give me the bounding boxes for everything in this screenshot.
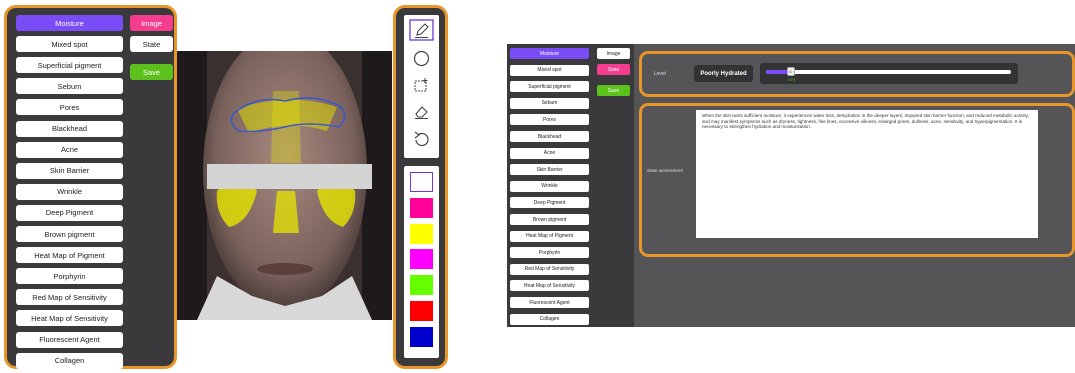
right-category-item[interactable]: Collagen — [510, 313, 589, 325]
category-item[interactable]: Pores — [16, 99, 123, 116]
pencil-icon[interactable] — [409, 19, 434, 41]
right-image-button[interactable]: Image — [597, 48, 630, 59]
color-swatch[interactable] — [410, 275, 433, 296]
save-button[interactable]: Save — [130, 64, 173, 80]
category-item[interactable]: Blackhead — [16, 120, 123, 137]
right-state-button[interactable]: State — [597, 64, 630, 75]
category-item[interactable]: Heat Map of Sensitivity — [16, 310, 123, 327]
right-category-item[interactable]: Fluorescent Agent — [510, 297, 589, 308]
slider-track[interactable] — [766, 70, 1011, 74]
right-category-item[interactable]: Pores — [510, 114, 589, 126]
assessment-main: Level Poorly Hydrated 6 10% State assess… — [634, 44, 1075, 327]
right-category-item[interactable]: Red Map of Sensitivity — [510, 263, 589, 275]
right-category-item[interactable]: Sebum — [510, 97, 589, 109]
eraser-icon[interactable] — [413, 103, 430, 120]
category-item[interactable]: Porphyrin — [16, 268, 123, 285]
right-category-item[interactable]: Deep Pigment — [510, 197, 589, 209]
level-section: Level Poorly Hydrated 6 10% — [639, 51, 1075, 97]
level-value-badge: Poorly Hydrated — [694, 65, 753, 82]
state-assessment-section: State assessment When the skin lacks suf… — [639, 103, 1075, 257]
state-button[interactable]: State — [130, 36, 173, 52]
category-item[interactable]: Moisture — [16, 15, 123, 31]
color-swatch[interactable] — [410, 223, 433, 244]
category-item[interactable]: Brown pigment — [16, 226, 123, 242]
rectangle-icon[interactable] — [413, 77, 430, 94]
color-swatch[interactable] — [410, 326, 433, 347]
slider-percent-text: 10% — [787, 77, 796, 82]
right-category-item[interactable]: Heat Map of Sensitivity — [510, 280, 589, 292]
right-category-item[interactable]: Heat Map of Pigment — [510, 230, 589, 242]
right-category-item[interactable]: Moisture — [510, 48, 589, 59]
category-item[interactable]: Acne — [16, 141, 123, 158]
category-item[interactable]: Red Map of Sensitivity — [16, 289, 123, 306]
category-item[interactable]: Heat Map of Pigment — [16, 247, 123, 264]
category-item[interactable]: Fluorescent Agent — [16, 331, 123, 348]
category-panel: Moisture Mixed spot Superficial pigment Seb… — [4, 5, 177, 369]
right-category-item[interactable]: Wrinkle — [510, 180, 589, 192]
drawing-tools-panel — [393, 5, 448, 369]
right-category-item[interactable]: Blackhead — [510, 131, 589, 142]
undo-icon[interactable] — [413, 130, 430, 147]
assessment-label: State assessment — [647, 168, 683, 173]
color-swatch[interactable] — [410, 301, 433, 321]
category-item[interactable]: Deep Pigment — [16, 204, 123, 221]
color-swatch[interactable] — [410, 249, 433, 270]
circle-icon[interactable] — [413, 50, 430, 67]
assessment-screen: Moisture Mixed spot Superficial pigment Seb… — [507, 44, 1075, 327]
right-category-item[interactable]: Skin Barrier — [510, 164, 589, 176]
level-label: Level — [654, 71, 666, 77]
level-slider-box: 6 10% — [760, 63, 1018, 84]
tool-list — [404, 15, 439, 158]
image-button[interactable]: Image — [130, 15, 173, 31]
category-item[interactable]: Collagen — [16, 352, 123, 369]
slider-thumb[interactable]: 6 — [786, 67, 795, 76]
right-category-item[interactable]: Brown pigment — [510, 214, 589, 225]
color-swatch[interactable] — [410, 197, 433, 218]
category-item[interactable]: Wrinkle — [16, 183, 123, 200]
color-palette — [404, 166, 439, 358]
color-swatch[interactable] — [410, 172, 433, 192]
right-save-button[interactable]: Save — [597, 85, 630, 96]
face-image[interactable] — [177, 51, 392, 320]
right-category-item[interactable]: Acne — [510, 147, 589, 159]
right-category-item[interactable]: Porphyrin — [510, 247, 589, 259]
category-item[interactable]: Mixed spot — [16, 36, 123, 53]
right-sidebar: Moisture Mixed spot Superficial pigment Seb… — [507, 44, 634, 327]
assessment-textarea[interactable]: When the skin lacks sufficient moisture,… — [696, 110, 1038, 238]
category-item[interactable]: Sebum — [16, 78, 123, 95]
category-item[interactable]: Superficial pigment — [16, 57, 123, 74]
category-item[interactable]: Skin Barrier — [16, 162, 123, 179]
face-illustration — [177, 51, 392, 320]
right-category-item[interactable]: Superficial pigment — [510, 81, 589, 93]
right-category-item[interactable]: Mixed spot — [510, 64, 589, 76]
